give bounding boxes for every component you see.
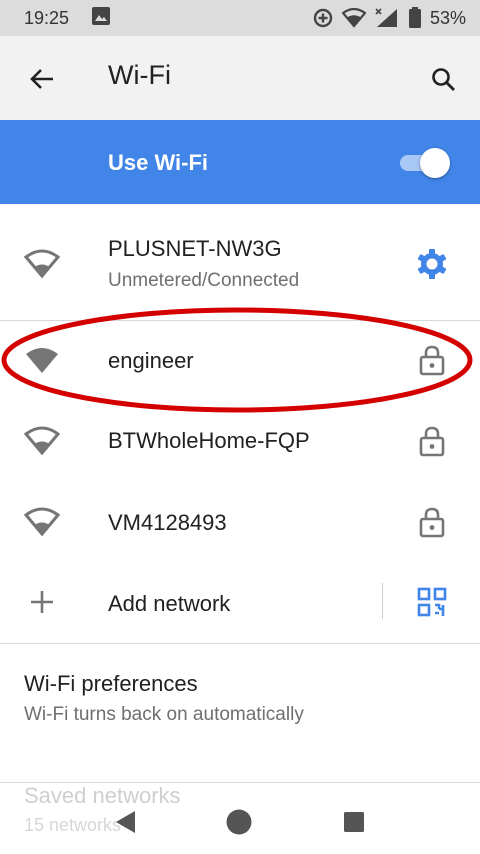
wifi-icon	[341, 8, 366, 28]
network-ssid: VM4128493	[108, 510, 227, 535]
network-status: Unmetered/Connected	[108, 270, 300, 291]
home-circle-icon[interactable]	[217, 800, 261, 844]
network-ssid: engineer	[108, 348, 194, 373]
wifi-preferences-title: Wi-Fi preferences	[24, 671, 198, 696]
arrow-back-icon[interactable]	[22, 62, 62, 96]
use-wifi-label: Use Wi-Fi	[108, 150, 209, 175]
network-row-btwholehome[interactable]: BTWholeHome-FQP	[0, 401, 480, 481]
lock-icon	[412, 340, 452, 380]
plus-icon	[22, 582, 62, 622]
wifi-outline-icon	[22, 421, 62, 461]
lock-icon	[412, 421, 452, 461]
use-wifi-row[interactable]: Use Wi-Fi	[0, 120, 480, 204]
battery-percent: 53%	[429, 7, 466, 28]
add-network-separator	[382, 583, 383, 619]
network-row-engineer[interactable]: engineer	[0, 321, 480, 401]
toggle-thumb	[420, 148, 450, 178]
page-title: Wi-Fi	[108, 60, 171, 90]
image-icon	[91, 6, 111, 31]
data-saver-icon	[312, 7, 334, 29]
gear-icon[interactable]	[412, 244, 452, 284]
wifi-outline-icon	[22, 502, 62, 542]
battery-icon	[408, 7, 422, 29]
add-network-label: Add network	[108, 591, 231, 616]
recents-square-icon[interactable]	[332, 800, 376, 844]
status-bar: 19:25 53%	[0, 0, 480, 36]
use-wifi-toggle[interactable]	[398, 148, 454, 178]
network-ssid: PLUSNET-NW3G	[108, 236, 282, 261]
wifi-filled-icon	[22, 341, 62, 381]
qr-code-scan-icon[interactable]	[412, 582, 452, 622]
cell-signal-icon	[374, 7, 400, 29]
add-network-row[interactable]: Add network	[0, 563, 480, 643]
wifi-preferences-subtitle: Wi-Fi turns back on automatically	[24, 704, 304, 725]
navigation-bar	[0, 790, 480, 854]
lock-icon	[412, 502, 452, 542]
search-icon[interactable]	[424, 60, 464, 100]
network-row-vm4128493[interactable]: VM4128493	[0, 481, 480, 563]
wifi-outline-icon	[22, 244, 62, 284]
network-row-plusnet[interactable]: PLUSNET-NW3G Unmetered/Connected	[0, 204, 480, 320]
back-triangle-icon[interactable]	[103, 800, 147, 844]
app-bar: Wi-Fi	[0, 36, 480, 120]
network-ssid: BTWholeHome-FQP	[108, 428, 310, 453]
status-time: 19:25	[24, 7, 70, 28]
